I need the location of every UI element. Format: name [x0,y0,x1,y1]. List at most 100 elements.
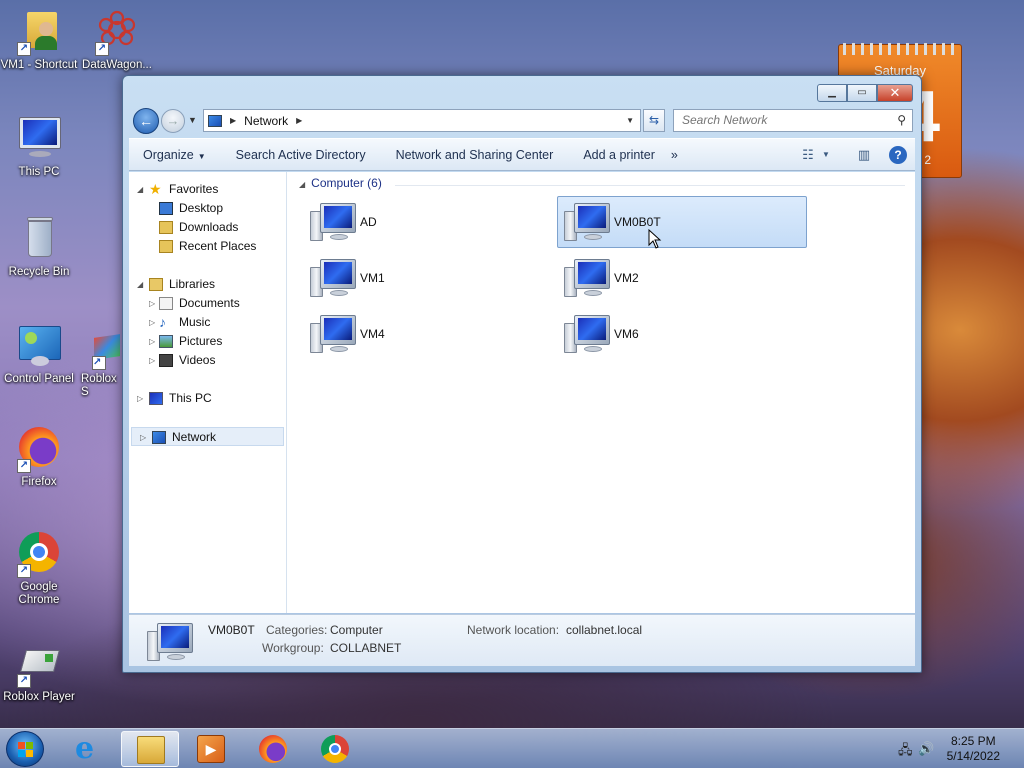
explorer-body: ◢ ★ Favorites Desktop Downloads Recent P… [129,172,915,613]
desktop-icon-recycle-bin[interactable]: Recycle Bin [0,215,78,279]
nav-this-pc[interactable]: ▷ This PC [129,389,286,408]
group-header-computer[interactable]: ◢ Computer (6) [299,176,915,194]
details-categories-value: Computer [330,623,383,637]
nav-videos[interactable]: ▷ Videos [129,351,286,370]
network-item-vm1[interactable]: VM1 [303,252,553,304]
taskbar-media-player[interactable]: ▶ [182,731,240,767]
computer-icon [564,259,612,299]
nav-recent-places[interactable]: Recent Places [129,237,286,256]
network-item-ad[interactable]: AD [303,196,553,248]
desktop-icon [159,202,173,215]
network-status-icon[interactable]: 🖧 [898,741,913,763]
collapse-arrow-icon[interactable]: ▷ [140,428,146,447]
close-button[interactable]: ✕ [877,84,913,102]
nav-music[interactable]: ▷ ♪ Music [129,313,286,332]
folder-icon [137,736,165,764]
nav-network[interactable]: ▷ Network [131,427,284,446]
chrome-icon [321,735,349,763]
videos-icon [159,354,173,367]
desktop-icon-firefox[interactable]: ↗ Firefox [0,425,78,489]
search-box[interactable]: ⚲ [673,109,913,132]
network-icon [152,431,166,444]
calendar-rings [843,43,957,55]
breadcrumb-network[interactable]: Network [244,114,288,128]
network-item-vm4[interactable]: VM4 [303,308,553,360]
mouse-cursor-icon [648,229,662,249]
recycle-bin-icon [15,215,63,263]
nav-pictures[interactable]: ▷ Pictures [129,332,286,351]
address-dropdown-icon[interactable]: ▼ [626,116,634,125]
star-icon: ★ [149,181,162,197]
network-item-vm2[interactable]: VM2 [557,252,807,304]
expand-arrow-icon[interactable]: ◢ [137,275,143,294]
command-bar: Organize ▼ Search Active Directory Networ… [129,138,915,171]
nav-documents[interactable]: ▷ Documents [129,294,286,313]
desktop-icon-datawagon[interactable]: ↗ DataWagon... [78,8,156,72]
collapse-arrow-icon[interactable]: ▷ [137,389,143,408]
recent-places-icon [159,240,173,253]
details-workgroup-key: Workgroup: [262,641,324,655]
desktop-icon-label: DataWagon... [82,59,152,71]
address-row: ← → ▼ ▶ Network ▶ ▼ ⇆ ⚲ [131,108,913,134]
volume-icon[interactable]: 🔊 [918,741,934,757]
network-item-vm6[interactable]: VM6 [557,308,807,360]
view-options-icon[interactable]: ☷ [797,145,819,165]
navigation-pane[interactable]: ◢ ★ Favorites Desktop Downloads Recent P… [129,172,287,613]
address-bar[interactable]: ▶ Network ▶ ▼ [203,109,641,132]
search-active-directory-button[interactable]: Search Active Directory [236,148,366,162]
collapse-group-icon[interactable]: ◢ [299,180,305,189]
desktop-icon-label: Recycle Bin [8,266,70,278]
desktop-icon-label: This PC [18,166,60,178]
file-list-view[interactable]: ◢ Computer (6) AD VM0B0T VM1 VM2 VM4 VM6 [289,172,915,613]
desktop-icon-this-pc[interactable]: This PC [0,115,78,179]
recent-pages-dropdown[interactable]: ▼ [188,115,197,125]
expand-arrow-icon[interactable]: ◢ [137,180,143,199]
minimize-button[interactable]: ▁ [817,84,847,102]
clock-date: 5/14/2022 [946,749,1000,763]
search-icon[interactable]: ⚲ [897,110,906,131]
computer-icon [564,315,612,355]
maximize-button[interactable]: ▭ [847,84,877,102]
network-item-vm0b0t[interactable]: VM0B0T [557,196,807,249]
group-divider [395,185,905,186]
media-player-icon: ▶ [197,735,225,763]
desktop-icon-roblox-player[interactable]: ↗ Roblox Player [0,640,78,704]
collapse-arrow-icon[interactable]: ▷ [149,351,155,370]
details-categories-key: Categories: [266,623,328,637]
nav-desktop[interactable]: Desktop [129,199,286,218]
explorer-window[interactable]: ▁ ▭ ✕ ← → ▼ ▶ Network ▶ ▼ ⇆ ⚲ Organize▼ … [122,75,922,673]
nav-libraries[interactable]: ◢ Libraries [129,275,286,294]
help-icon[interactable]: ? [889,146,907,164]
firefox-icon [259,735,287,763]
taskbar-firefox[interactable] [244,731,302,767]
start-button[interactable] [6,731,44,767]
add-printer-button[interactable]: Add a printer [583,148,655,162]
taskbar-file-explorer[interactable] [121,731,179,767]
desktop-icon-control-panel[interactable]: Control Panel [0,322,78,386]
details-network-location-key: Network location: [467,623,560,637]
collapse-arrow-icon[interactable]: ▷ [149,313,155,332]
computer-icon [310,315,358,355]
taskbar: e ▶ 🖧 🔊 8:25 PM 5/14/2022 [0,728,1024,768]
search-input[interactable] [682,113,882,127]
collapse-arrow-icon[interactable]: ▷ [149,332,155,351]
desktop-icon-vm1-shortcut[interactable]: ↗ VM1 - Shortcut [0,8,78,72]
taskbar-chrome[interactable] [306,731,364,767]
collapse-arrow-icon[interactable]: ▷ [149,294,155,313]
clock[interactable]: 8:25 PM 5/14/2022 [947,734,1000,764]
organize-button[interactable]: Organize ▼ [143,148,206,162]
network-sharing-center-button[interactable]: Network and Sharing Center [396,148,554,162]
nav-downloads[interactable]: Downloads [129,218,286,237]
desktop-icon-google-chrome[interactable]: ↗ Google Chrome [0,530,78,607]
nav-favorites[interactable]: ◢ ★ Favorites [129,180,286,199]
chevron-down-icon[interactable]: ▼ [821,145,831,165]
desktop-icon-roblox-studio[interactable]: ↗ Roblox S [78,322,124,399]
more-commands-button[interactable]: » [671,148,678,162]
forward-button[interactable]: → [161,109,185,133]
breadcrumb-chevron-icon[interactable]: ▶ [296,116,302,125]
taskbar-internet-explorer[interactable]: e [60,731,118,767]
preview-pane-icon[interactable]: ▥ [853,145,875,165]
breadcrumb-chevron-icon[interactable]: ▶ [230,116,236,125]
back-button[interactable]: ← [133,108,159,134]
refresh-button[interactable]: ⇆ [643,109,665,132]
